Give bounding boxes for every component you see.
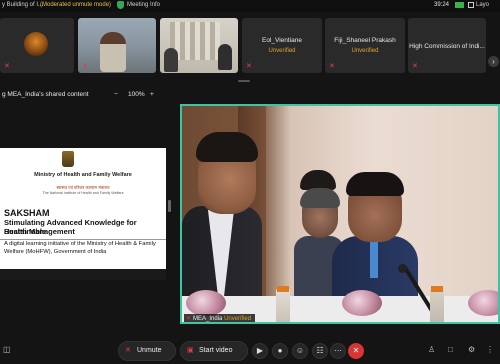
chat-icon[interactable]: □: [448, 345, 453, 354]
bottle-cap: [431, 286, 443, 292]
participant-video: [218, 44, 232, 70]
moderation-status: (Moderated unmute mode): [40, 2, 112, 8]
next-participants-button[interactable]: ›: [488, 56, 499, 67]
shield-icon: [117, 1, 124, 9]
reactions-icon[interactable]: ☺: [292, 343, 308, 359]
participant-tile-eol-vientiane[interactable]: Eol_Vientiane Unverified ✕: [242, 18, 322, 73]
settings-icon[interactable]: ⚙: [468, 345, 475, 354]
video-off-icon: ▣: [187, 347, 194, 354]
participant-name: High Commission of Indi...: [409, 43, 485, 50]
participant-tile-video-1[interactable]: ✕: [78, 18, 156, 73]
meeting-title: y Building of I...: [2, 2, 44, 8]
participant-video: [164, 48, 178, 72]
slide-description: A digital learning initiative of the Min…: [4, 241, 156, 255]
water-bottle: [430, 288, 444, 322]
zoom-out-button[interactable]: −: [114, 91, 118, 98]
muted-mic-icon: ✕: [186, 316, 192, 322]
participant-tile-video-2[interactable]: [160, 18, 238, 73]
muted-mic-icon: ✕: [82, 63, 88, 70]
layout-icon: [468, 2, 474, 8]
meeting-info-link[interactable]: Meeting Info: [127, 2, 160, 8]
active-speaker-video[interactable]: ✕ MEA_India Unverified: [180, 104, 500, 324]
meeting-timer: 39:24: [434, 2, 450, 8]
network-status-icon: [455, 2, 464, 8]
muted-mic-icon: ✕: [329, 63, 335, 70]
start-video-button[interactable]: ▣ Start video: [180, 341, 248, 361]
muted-mic-icon: ✕: [125, 347, 131, 354]
bottle-cap: [277, 286, 289, 292]
zoom-in-button[interactable]: +: [150, 91, 154, 98]
organization-logo: [24, 32, 48, 56]
start-video-label: Start video: [199, 347, 233, 354]
participant-status: Unverified: [351, 48, 379, 54]
participant-status: Unverified: [268, 48, 296, 54]
more-panel-icon[interactable]: ⋮: [486, 345, 494, 354]
flower-arrangement: [468, 290, 498, 316]
end-call-button[interactable]: ✕: [348, 343, 364, 359]
ministry-subtitle: The National Institute of Health and Fam…: [42, 191, 124, 195]
attendee-figure: [182, 126, 262, 316]
meeting-controls: ◫ ✕ Unmute ▣ Start video ▶ ● ☺ ☷ ⋯ ✕ ♙ □…: [0, 338, 500, 364]
panel-scrollbar[interactable]: [168, 200, 171, 212]
microphone-head: [398, 264, 407, 273]
participant-name: Eol_Vientiane: [262, 37, 302, 44]
participants-icon[interactable]: ♙: [428, 345, 435, 354]
zoom-level: 100%: [128, 91, 145, 98]
shared-content-label: g MEA_India's shared content: [2, 91, 89, 98]
apps-icon[interactable]: ☷: [312, 343, 328, 359]
slide-subtitle-line-2: Health Management: [4, 227, 75, 236]
participant-video: [100, 32, 126, 72]
unmute-button[interactable]: ✕ Unmute: [118, 341, 176, 361]
participant-name: Fiji_Shaneel Prakash: [334, 37, 396, 44]
video-name-tag: ✕ MEA_India Unverified: [184, 314, 256, 322]
slide-heading: SAKSHAM: [4, 208, 50, 218]
slide-footer-bar: [0, 269, 166, 280]
participant-tile-logo[interactable]: ✕: [0, 18, 74, 73]
divider: [0, 239, 166, 240]
record-icon[interactable]: ●: [272, 343, 288, 359]
flower-arrangement: [186, 290, 226, 316]
video-participant-name: MEA_India: [193, 316, 223, 322]
unmute-label: Unmute: [137, 347, 162, 354]
muted-mic-icon: ✕: [4, 63, 10, 70]
video-participant-status: Unverified: [224, 316, 252, 322]
shared-slide: Ministry of Health and Family Welfare स्…: [0, 148, 166, 280]
muted-mic-icon: ✕: [412, 63, 418, 70]
participant-tile-high-commission[interactable]: High Commission of Indi... ✕: [408, 18, 486, 73]
ministry-title: Ministry of Health and Family Welfare: [34, 172, 132, 178]
resize-handle[interactable]: [238, 80, 250, 82]
share-icon[interactable]: ▶: [252, 343, 268, 359]
flower-arrangement: [342, 290, 382, 316]
shared-content-header: g MEA_India's shared content − 100% +: [0, 90, 178, 102]
national-emblem-icon: [62, 151, 74, 167]
layout-button[interactable]: Layo: [476, 2, 489, 8]
title-bar: y Building of I... (Moderated unmute mod…: [0, 0, 500, 12]
participant-strip: ✕ ✕ Eol_Vientiane Unverified ✕ Fiji_Shan…: [0, 18, 500, 74]
muted-mic-icon: ✕: [246, 63, 252, 70]
water-bottle: [276, 288, 290, 322]
participant-tile-fiji[interactable]: Fiji_Shaneel Prakash Unverified ✕: [325, 18, 405, 73]
more-options-icon[interactable]: ⋯: [330, 343, 346, 359]
security-icon[interactable]: ◫: [3, 345, 11, 354]
